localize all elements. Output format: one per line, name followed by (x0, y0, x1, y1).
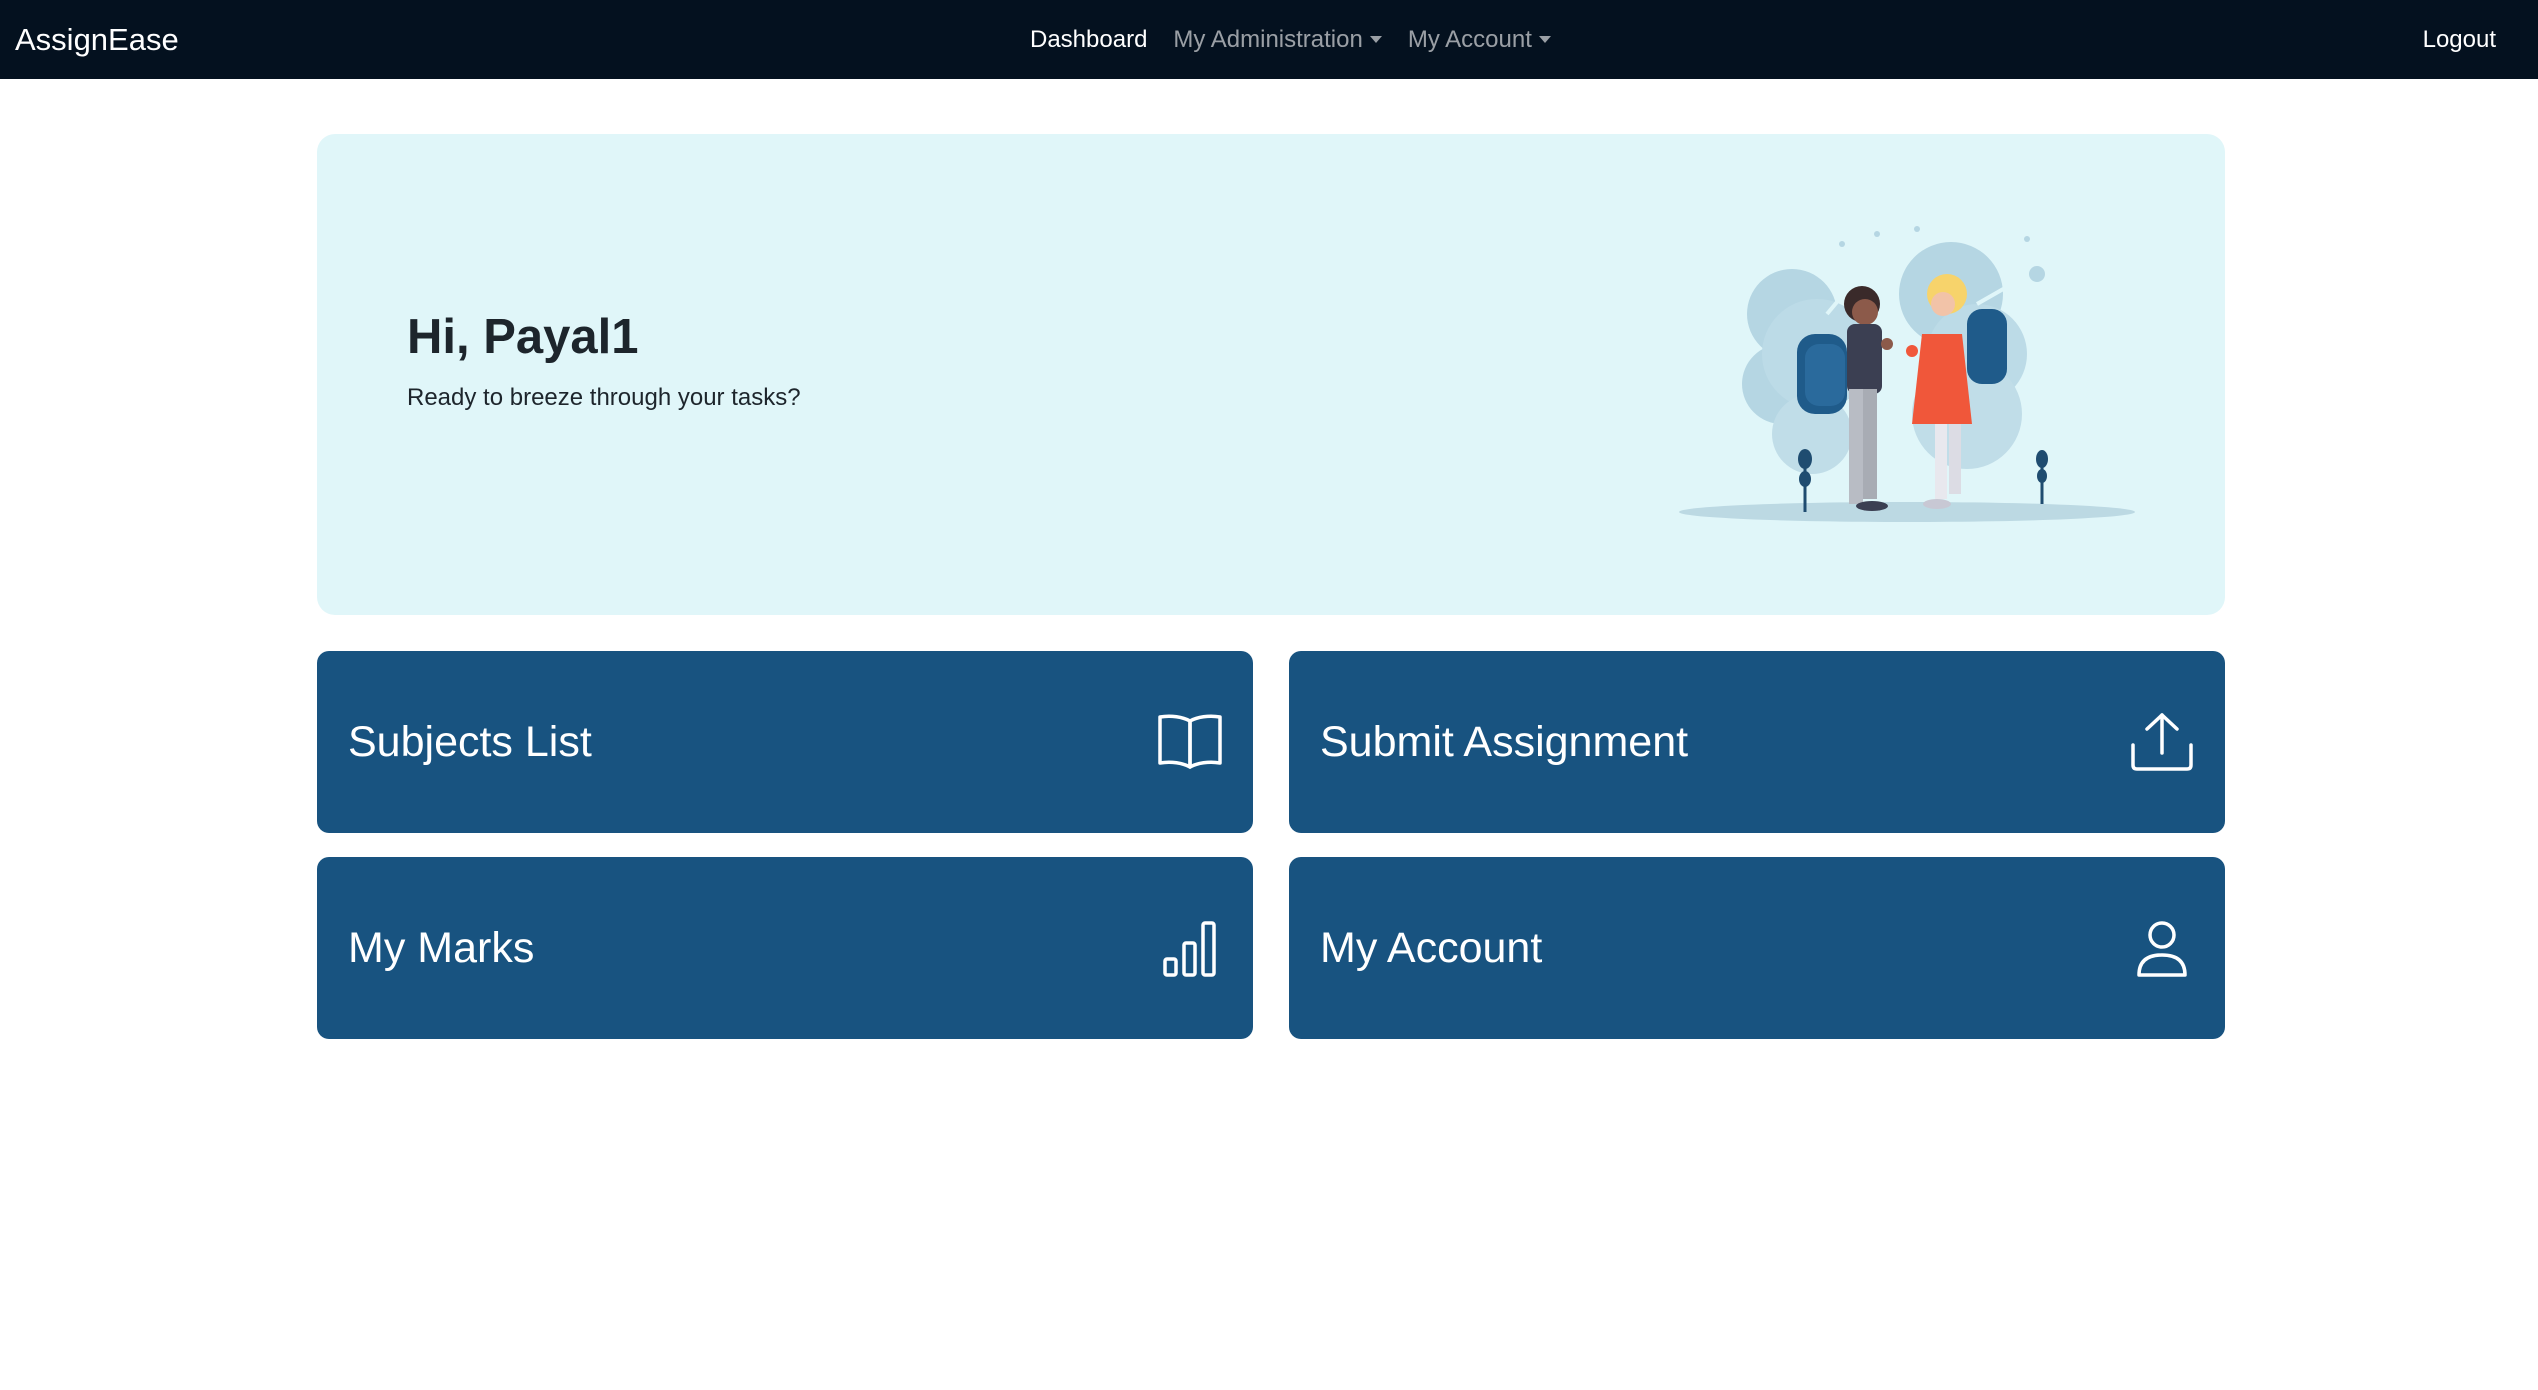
students-illustration (1679, 226, 2135, 522)
card-label: My Account (1320, 923, 1543, 972)
my-marks-card[interactable]: My Marks (317, 857, 1253, 1039)
greeting-subtitle: Ready to breeze through your tasks? (407, 384, 801, 411)
nav-my-account-dropdown[interactable]: My Account (1408, 26, 1551, 54)
submit-assignment-card[interactable]: Submit Assignment (1289, 651, 2225, 833)
bar-chart-icon (1163, 921, 1216, 977)
book-icon (1158, 714, 1222, 769)
greeting-title: Hi, Payal1 (407, 310, 639, 364)
logout-link[interactable]: Logout (2423, 0, 2496, 79)
card-label: Submit Assignment (1320, 717, 1689, 766)
upload-icon (2131, 713, 2193, 771)
card-label: Subjects List (348, 717, 592, 766)
top-navbar: AssignEase Dashboard My Administration M… (0, 0, 2538, 79)
nav-dashboard-link[interactable]: Dashboard (1030, 26, 1147, 54)
card-label: My Marks (348, 923, 535, 972)
welcome-banner: Hi, Payal1 Ready to breeze through your … (317, 134, 2225, 615)
nav-links: Dashboard My Administration My Account (1030, 0, 1551, 79)
brand-logo[interactable]: AssignEase (15, 0, 179, 79)
nav-dashboard-label: Dashboard (1030, 25, 1148, 53)
person-icon (2137, 921, 2187, 977)
nav-my-account-label: My Account (1407, 25, 1532, 53)
nav-my-administration-dropdown[interactable]: My Administration (1173, 25, 1382, 54)
nav-my-administration-label: My Administration (1173, 25, 1363, 53)
caret-down-icon (1369, 36, 1382, 43)
caret-down-icon (1538, 36, 1551, 43)
subjects-list-card[interactable]: Subjects List (317, 651, 1253, 833)
my-account-card[interactable]: My Account (1289, 857, 2225, 1039)
